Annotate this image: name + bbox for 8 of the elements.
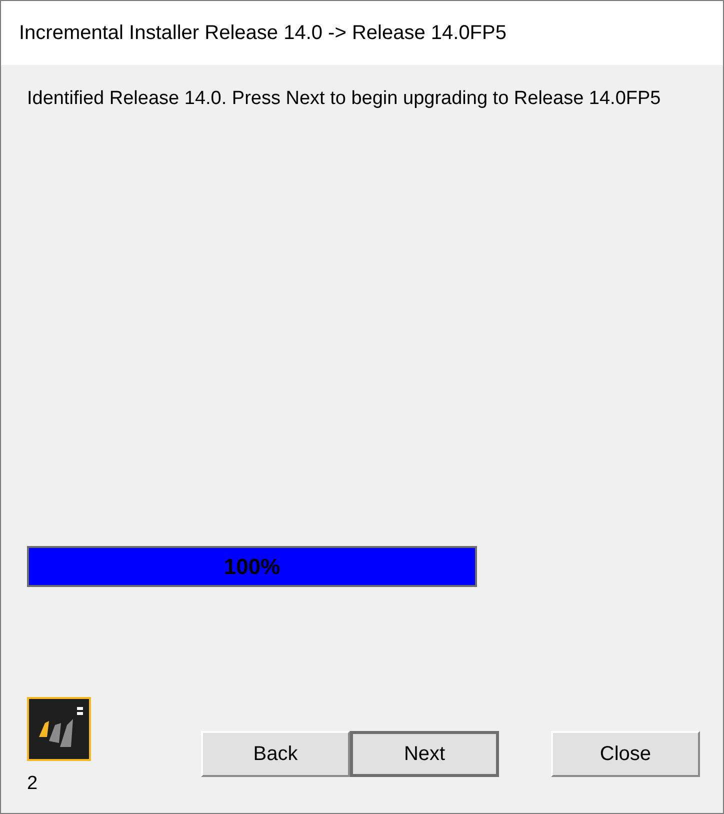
count-label: 2 bbox=[27, 773, 39, 795]
app-icon bbox=[27, 697, 91, 761]
window-title: Incremental Installer Release 14.0 -> Release 14.0FP5 bbox=[19, 22, 506, 44]
next-button[interactable]: Next bbox=[350, 731, 499, 777]
back-button[interactable]: Back bbox=[201, 731, 350, 777]
close-button[interactable]: Close bbox=[551, 731, 700, 777]
status-message: Identified Release 14.0. Press Next to begin upgrading to Release 14.0FP5 bbox=[27, 87, 662, 110]
progress-reading: 100% bbox=[222, 554, 282, 580]
